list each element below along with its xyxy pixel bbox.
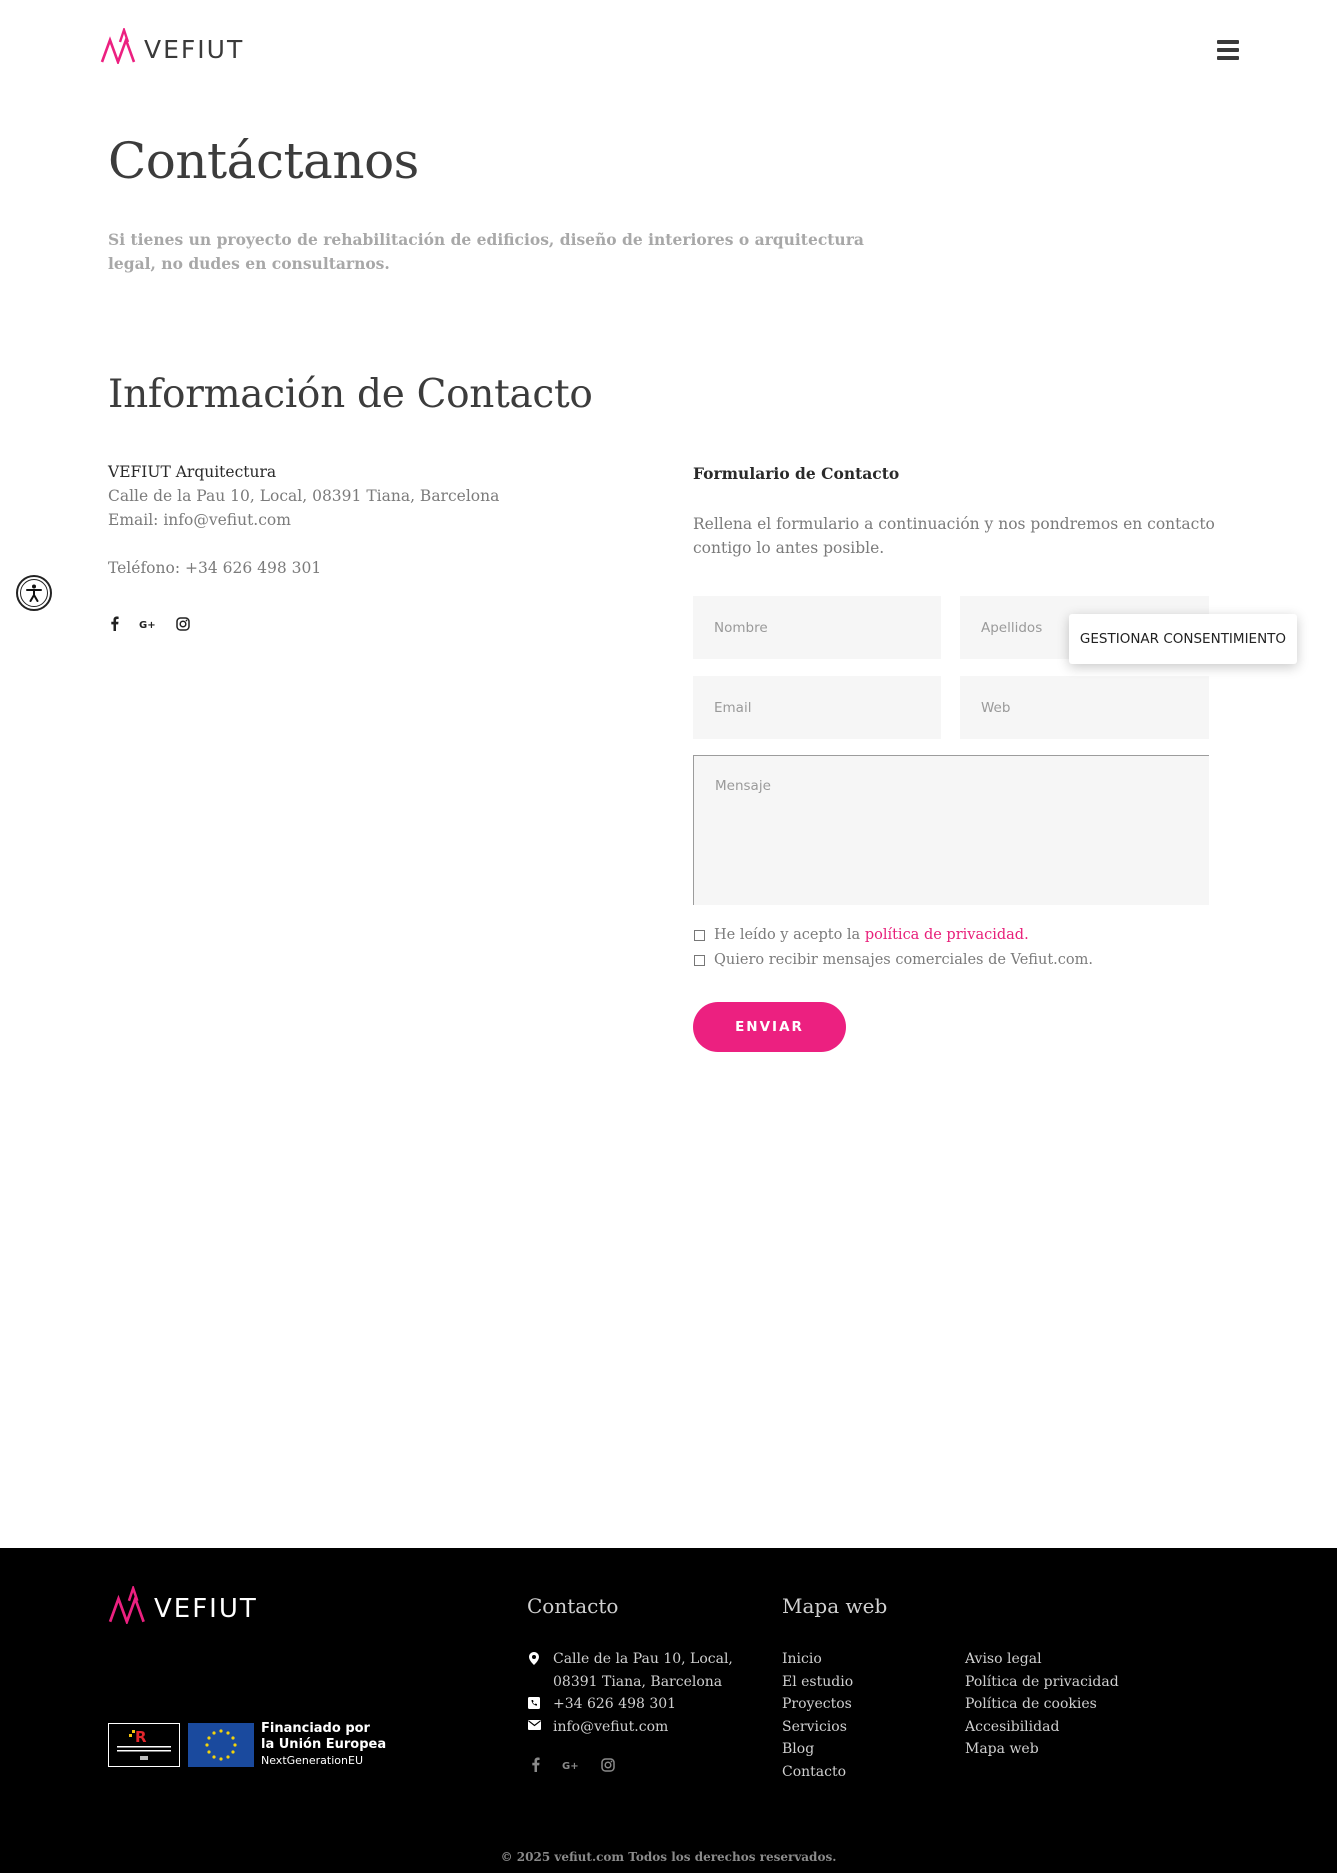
form-title: Formulario de Contacto [693, 464, 900, 483]
footer-link-inicio[interactable]: Inicio [782, 1648, 853, 1671]
footer-link-servicios[interactable]: Servicios [782, 1716, 853, 1739]
map-pin-icon [529, 1652, 539, 1665]
footer-sitemap-col2: Aviso legal Política de privacidad Polít… [965, 1648, 1119, 1761]
footer-link-aviso-legal[interactable]: Aviso legal [965, 1648, 1119, 1671]
instagram-icon[interactable] [601, 1757, 615, 1772]
eu-stars-icon [205, 1729, 237, 1761]
svg-text:G+: G+ [562, 1761, 579, 1771]
instagram-icon[interactable] [176, 616, 190, 631]
recovery-plan-logo-icon: R [117, 1728, 171, 1760]
accessibility-icon [26, 584, 42, 602]
footer-link-contacto[interactable]: Contacto [782, 1761, 853, 1784]
footer-phone-row[interactable]: +34 626 498 301 [527, 1693, 733, 1716]
footer-address-line2: 08391 Tiana, Barcelona [553, 1673, 723, 1690]
footer-link-politica-cookies[interactable]: Política de cookies [965, 1693, 1119, 1716]
svg-text:R: R [135, 1728, 147, 1746]
eu-funding-line1: Financiado por [261, 1721, 370, 1736]
svg-text:G+: G+ [139, 620, 156, 630]
footer-contact-list: Calle de la Pau 10, Local, 08391 Tiana, … [527, 1648, 733, 1738]
footer-logo-text: VEFIUT [154, 1594, 258, 1624]
privacy-label: He leído y acepto la [714, 927, 865, 943]
footer-email-row[interactable]: info@vefiut.com [527, 1716, 733, 1739]
contact-info-block: VEFIUT Arquitectura Calle de la Pau 10, … [108, 460, 499, 580]
email-field[interactable] [693, 676, 941, 739]
logo-text: VEFIUT [144, 35, 245, 64]
commercial-label: Quiero recibir mensajes comerciales de V… [714, 952, 1093, 968]
footer-contact-heading: Contacto [527, 1594, 619, 1618]
form-description: Rellena el formulario a continuación y n… [693, 515, 1215, 557]
privacy-checkbox[interactable] [694, 929, 705, 941]
footer-logo[interactable]: VEFIUT [108, 1586, 258, 1624]
footer-link-proyectos[interactable]: Proyectos [782, 1693, 853, 1716]
footer-socials: G+ [531, 1757, 615, 1772]
footer-link-blog[interactable]: Blog [782, 1738, 853, 1761]
phone-icon [528, 1697, 540, 1709]
footer-link-accesibilidad[interactable]: Accesibilidad [965, 1716, 1119, 1739]
envelope-icon [527, 1719, 541, 1730]
google-plus-icon[interactable]: G+ [139, 618, 156, 630]
vefiut-logo-mark-icon [100, 27, 136, 64]
contact-info-title: Información de Contacto [108, 372, 593, 417]
google-plus-icon[interactable]: G+ [562, 1759, 579, 1771]
company-address: Calle de la Pau 10, Local, 08391 Tiana, … [108, 487, 500, 505]
eu-flag [188, 1723, 254, 1767]
header-logo[interactable]: VEFIUT [100, 27, 244, 64]
company-phone: Teléfono: +34 626 498 301 [108, 559, 322, 577]
submit-button[interactable]: ENVIAR [693, 1002, 846, 1052]
footer-phone: +34 626 498 301 [553, 1696, 677, 1712]
footer-link-mapa-web[interactable]: Mapa web [965, 1738, 1119, 1761]
web-field[interactable] [960, 676, 1209, 739]
footer-link-politica-privacidad[interactable]: Política de privacidad [965, 1671, 1119, 1694]
footer-email: info@vefiut.com [553, 1718, 669, 1735]
site-footer: VEFIUT R Financiado por la Unión Europea… [0, 1548, 1337, 1873]
eu-funding-line2: la Unión Europea [261, 1737, 387, 1752]
vefiut-logo-mark-icon [108, 1586, 145, 1624]
company-email: Email: info@vefiut.com [108, 511, 291, 529]
commercial-consent-row: Quiero recibir mensajes comerciales de V… [694, 952, 1093, 968]
manage-consent-button[interactable]: GESTIONAR CONSENTIMIENTO [1069, 614, 1297, 664]
page-intro: Si tienes un proyecto de rehabilitación … [108, 230, 864, 273]
footer-address-line1: Calle de la Pau 10, Local, [553, 1651, 733, 1667]
eu-funding-text: Financiado por la Unión Europea NextGene… [261, 1721, 386, 1769]
eu-funding-subtitle: NextGenerationEU [261, 1754, 363, 1767]
footer-address-row: Calle de la Pau 10, Local, 08391 Tiana, … [527, 1648, 733, 1693]
privacy-policy-link[interactable]: política de privacidad. [865, 927, 1029, 943]
footer-sitemap-heading: Mapa web [782, 1594, 888, 1618]
commercial-checkbox[interactable] [694, 954, 705, 966]
footer-sitemap-col1: Inicio El estudio Proyectos Servicios Bl… [782, 1648, 853, 1783]
facebook-icon[interactable] [531, 1757, 540, 1772]
hamburger-menu-icon[interactable] [1217, 40, 1239, 60]
message-field[interactable] [693, 755, 1209, 905]
company-name: VEFIUT Arquitectura [108, 463, 277, 481]
facebook-icon[interactable] [110, 616, 119, 631]
privacy-consent-row: He leído y acepto la política de privaci… [694, 927, 1029, 943]
recovery-plan-badge: R [108, 1723, 180, 1767]
contact-socials: G+ [110, 616, 190, 631]
footer-link-el-estudio[interactable]: El estudio [782, 1671, 853, 1694]
footer-copyright: © 2025 vefiut.com Todos los derechos res… [500, 1850, 837, 1864]
page-title: Contáctanos [108, 132, 419, 190]
accessibility-button[interactable] [16, 575, 52, 611]
name-field[interactable] [693, 596, 941, 659]
